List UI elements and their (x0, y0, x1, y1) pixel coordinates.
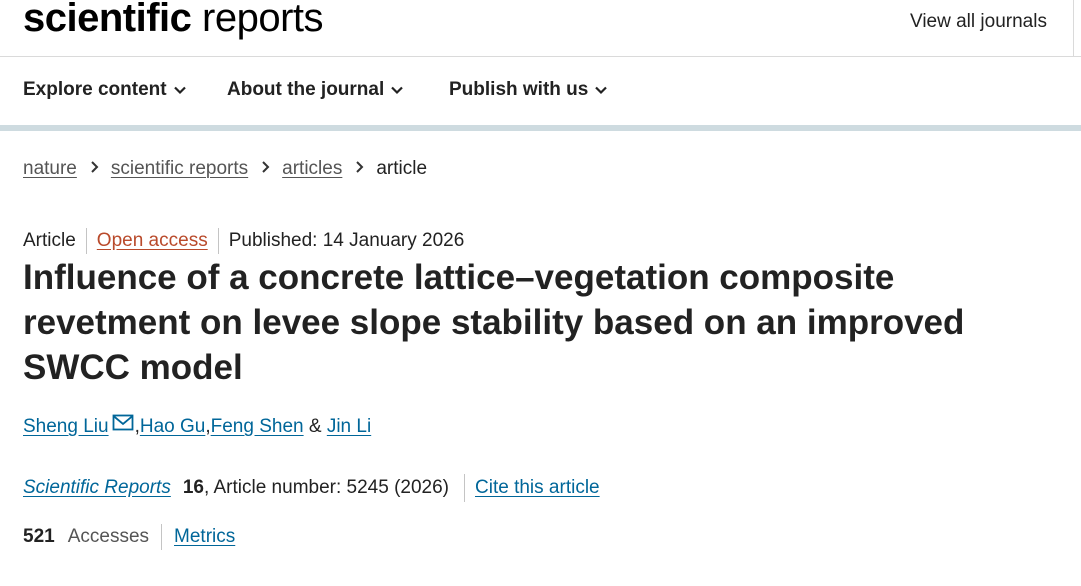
article-title: Influence of a concrete lattice–vegetati… (23, 258, 965, 387)
chevron-right-icon (342, 158, 376, 180)
author-link[interactable]: Jin Li (327, 416, 371, 438)
chevron-down-icon (173, 86, 186, 95)
header-divider (1073, 0, 1074, 57)
open-access-link[interactable]: Open access (97, 230, 208, 252)
author-link[interactable]: Sheng Liu (23, 416, 109, 438)
author-link[interactable]: Hao Gu (140, 416, 205, 438)
view-all-journals-link[interactable]: View all journals (910, 11, 1047, 33)
accesses-label: Accesses (67, 526, 150, 547)
breadcrumb-current: article (376, 158, 428, 179)
logo-light-text: reports (202, 0, 324, 40)
breadcrumb-scientific-reports[interactable]: scientific reports (111, 158, 248, 180)
nav-item-label: Explore content (23, 79, 167, 100)
nav-bottom-bar (0, 125, 1081, 131)
citation-divider (464, 474, 466, 502)
journal-logo[interactable]: scientific reports (23, 0, 324, 42)
logo-bold-text: scientific (23, 0, 192, 40)
chevron-right-icon (77, 158, 111, 180)
author-separator: & (303, 416, 327, 437)
nav-item-label: Publish with us (449, 79, 589, 100)
chevron-right-icon (248, 158, 282, 180)
meta-divider (217, 228, 219, 254)
article-meta: Article Open access Published: 14 Januar… (23, 228, 464, 254)
nav-item-label: About the journal (227, 79, 385, 100)
author-list: Sheng Liu , Hao Gu , Feng Shen & Jin Li (23, 414, 371, 438)
nav-explore-content[interactable]: Explore content (23, 79, 187, 101)
breadcrumb-articles[interactable]: articles (282, 158, 342, 180)
metrics-divider (161, 524, 163, 550)
meta-divider (85, 228, 87, 254)
cite-this-article-link[interactable]: Cite this article (475, 477, 600, 499)
metrics-link[interactable]: Metrics (174, 526, 235, 548)
site-header: scientific reports View all journals (0, 0, 1081, 57)
citation-line: Scientific Reports 16 , Article number: … (23, 474, 600, 502)
author-link[interactable]: Feng Shen (211, 416, 304, 438)
breadcrumb-nature[interactable]: nature (23, 158, 77, 180)
article-type: Article (23, 230, 76, 251)
published-date: Published: 14 January 2026 (228, 230, 465, 251)
article-metrics: 521 Accesses Metrics (23, 524, 235, 550)
article-number: , Article number: 5245 (2026) (203, 477, 450, 498)
nav-about-journal[interactable]: About the journal (227, 79, 404, 101)
journal-name-link[interactable]: Scientific Reports (23, 477, 171, 499)
accesses-count: 521 (23, 526, 55, 547)
volume-number: 16 (182, 477, 204, 498)
chevron-down-icon (595, 86, 608, 95)
main-nav: Explore content About the journal Publis… (0, 57, 1081, 125)
chevron-down-icon (391, 86, 404, 95)
breadcrumb: nature scientific reports articles artic… (23, 158, 427, 180)
envelope-icon[interactable] (112, 414, 134, 432)
nav-publish-with-us[interactable]: Publish with us (449, 79, 608, 101)
